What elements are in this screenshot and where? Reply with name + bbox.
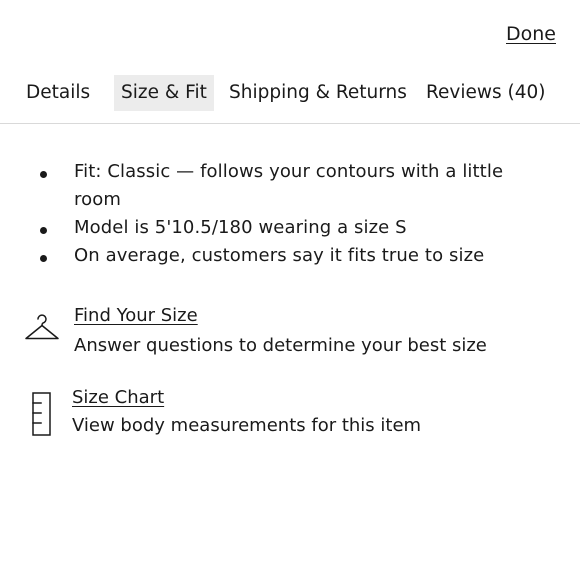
bullet-icon: [40, 171, 47, 178]
size-chart-link[interactable]: Size Chart: [72, 386, 164, 410]
fit-note-text: On average, customers say it fits true t…: [74, 245, 485, 266]
size-chart-description: View body measurements for this item: [72, 415, 422, 436]
hanger-icon: [24, 310, 60, 350]
tab-size-and-fit[interactable]: Size & Fit: [114, 75, 214, 111]
tab-details[interactable]: Details: [26, 75, 90, 111]
tab-bar: Details Size & Fit Shipping & Returns Re…: [0, 75, 580, 124]
find-your-size-link[interactable]: Find Your Size: [74, 304, 198, 328]
done-button[interactable]: Done: [506, 23, 556, 45]
ruler-icon: [30, 392, 54, 440]
bullet-icon: [40, 255, 47, 262]
find-your-size-description: Answer questions to determine your best …: [74, 335, 487, 356]
fit-note-text: Model is 5'10.5/180 wearing a size S: [74, 217, 407, 238]
fit-note-text: Fit: Classic — follows your contours wit…: [74, 161, 504, 210]
bullet-icon: [40, 227, 47, 234]
tab-shipping-and-returns[interactable]: Shipping & Returns: [229, 75, 407, 111]
tab-reviews[interactable]: Reviews (40): [426, 75, 546, 111]
